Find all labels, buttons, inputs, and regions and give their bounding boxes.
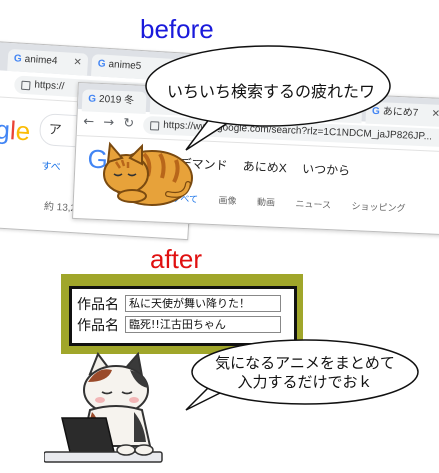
bubble-bottom-text: 気になるアニメをまとめて 入力するだけでおｋ bbox=[200, 354, 410, 392]
calico-cat-laptop-illustration bbox=[44, 352, 163, 463]
bubble-bottom-line1: 気になるアニメをまとめて bbox=[215, 355, 395, 372]
bubble-bottom-line2: 入力するだけでおｋ bbox=[237, 374, 373, 391]
